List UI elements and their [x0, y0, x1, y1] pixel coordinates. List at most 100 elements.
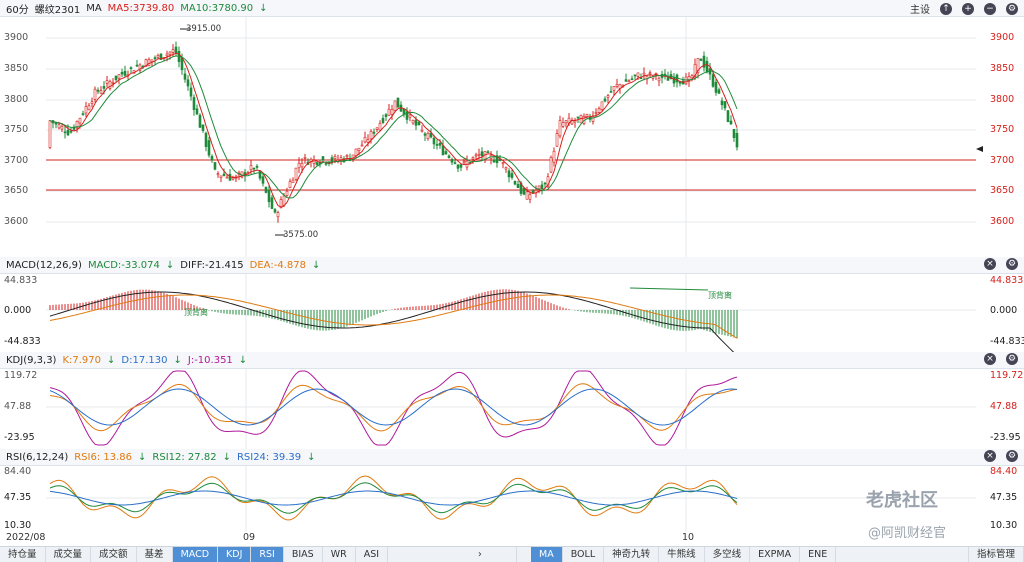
candle-body — [312, 159, 316, 164]
tab-asi[interactable]: ASI — [356, 547, 389, 562]
indicator-label[interactable]: MA — [86, 3, 101, 14]
candle-body — [729, 120, 733, 125]
candle-body — [726, 110, 730, 123]
watermark-handle: @阿凯财经官 — [868, 526, 947, 541]
candle-body — [183, 73, 187, 80]
tab-ene[interactable]: ENE — [800, 547, 837, 562]
candle-body — [666, 77, 670, 81]
gear-icon[interactable]: ⚙ — [1006, 353, 1018, 365]
candle-body — [402, 108, 406, 115]
ma10-line — [49, 55, 738, 199]
tab-open-interest[interactable]: 持仓量 — [0, 547, 46, 562]
rsi-name[interactable]: RSI(6,12,24) — [6, 452, 68, 463]
kdj-chart — [46, 369, 976, 449]
candle-body — [105, 80, 109, 84]
k-value: K:7.970 — [62, 354, 102, 366]
candle-body — [228, 174, 232, 181]
candle-body — [480, 151, 484, 157]
candle-body — [207, 140, 211, 156]
tab-wr[interactable]: WR — [323, 547, 356, 562]
zoom-in-icon[interactable]: + — [962, 2, 974, 15]
candle-body — [732, 128, 736, 138]
candle-body — [294, 167, 298, 180]
candle-body — [690, 75, 694, 79]
chevron-right-icon[interactable]: › — [470, 547, 517, 562]
candle-body — [456, 164, 460, 169]
candle-body — [201, 124, 205, 131]
candle-body — [315, 162, 319, 165]
close-icon[interactable]: × — [984, 258, 996, 270]
tab-rsi[interactable]: RSI — [251, 547, 284, 562]
tab-basis[interactable]: 基差 — [137, 547, 173, 562]
candle-body — [87, 105, 91, 111]
tab-long-short-line[interactable]: 多空线 — [705, 547, 751, 562]
settings-button[interactable]: 主设 — [910, 1, 930, 16]
j-line — [49, 370, 738, 446]
macd-histogram — [49, 289, 738, 339]
candle-body — [369, 131, 373, 140]
indicator-manage-button[interactable]: 指标管理 — [967, 547, 1024, 562]
candle-body — [189, 87, 193, 97]
gear-icon[interactable]: ⚙ — [1006, 2, 1018, 15]
gear-icon[interactable]: ⚙ — [1006, 258, 1018, 270]
tab-volume[interactable]: 成交量 — [46, 547, 92, 562]
tab-turnover[interactable]: 成交额 — [91, 547, 137, 562]
candle-body — [426, 132, 430, 139]
candle-body — [216, 173, 220, 176]
macd-name[interactable]: MACD(12,26,9) — [6, 260, 82, 271]
tab-macd[interactable]: MACD — [172, 547, 219, 562]
candle-body — [543, 182, 547, 185]
candle-body — [324, 163, 328, 165]
period-label[interactable]: 60分 — [6, 1, 29, 16]
tab-kdj[interactable]: KDJ — [218, 547, 252, 562]
candle-body — [168, 51, 172, 55]
candle-body — [585, 114, 589, 117]
candle-body — [504, 167, 508, 170]
candle-body — [549, 156, 553, 173]
tab-bull-bear-line[interactable]: 牛熊线 — [659, 547, 705, 562]
candle-body — [81, 113, 85, 115]
candle-body — [117, 74, 121, 79]
candle-body — [597, 108, 601, 113]
time-label: 2022/08 — [6, 532, 46, 543]
main-chart-header: 60分 螺纹2301 MA MA5:3739.80 MA10:3780.90 ↓… — [0, 0, 1024, 17]
zoom-out-icon[interactable]: − — [984, 2, 996, 15]
candle-body — [186, 79, 190, 87]
candle-body — [273, 209, 277, 213]
kdj-name[interactable]: KDJ(9,3,3) — [6, 355, 56, 366]
candle-body — [258, 170, 262, 179]
tab-boll[interactable]: BOLL — [563, 547, 605, 562]
candle-body — [564, 120, 568, 124]
candle-body — [441, 145, 445, 156]
kdj-panel[interactable]: 119.72 47.88 -23.95 119.72 47.88 -23.95 — [0, 369, 1024, 449]
expand-icon[interactable]: ↑ — [940, 2, 952, 15]
candle-body — [291, 179, 295, 183]
candle-body — [705, 60, 709, 73]
candle-body — [267, 189, 271, 203]
candle-body — [120, 71, 124, 75]
macd-panel[interactable]: 44.833 0.000 -44.833 44.833 0.000 -44.83… — [0, 274, 1024, 352]
candle-body — [699, 58, 703, 61]
candle-body — [357, 147, 361, 151]
rsi12-value: RSI12: 27.82 — [152, 451, 217, 463]
candle-body — [603, 98, 607, 102]
candle-body — [249, 165, 253, 171]
tab-td-sequential[interactable]: 神奇九转 — [604, 547, 660, 562]
price-panel[interactable]: 3900 3850 3800 3750 3700 3650 3600 3900 … — [0, 17, 1024, 257]
candle-body — [540, 184, 544, 189]
candle-body — [390, 109, 394, 115]
candle-body — [231, 177, 235, 180]
candle-body — [84, 106, 88, 114]
tab-expma[interactable]: EXPMA — [750, 547, 801, 562]
arrow-down-icon: ↓ — [138, 451, 147, 463]
candle-body — [501, 162, 505, 165]
candle-body — [408, 114, 412, 118]
candle-body — [372, 131, 376, 134]
close-icon[interactable]: × — [984, 450, 996, 462]
candle-body — [384, 114, 388, 117]
candle-body — [528, 194, 532, 200]
close-icon[interactable]: × — [984, 353, 996, 365]
tab-bias[interactable]: BIAS — [284, 547, 323, 562]
tab-ma[interactable]: MA — [531, 547, 563, 562]
gear-icon[interactable]: ⚙ — [1006, 450, 1018, 462]
